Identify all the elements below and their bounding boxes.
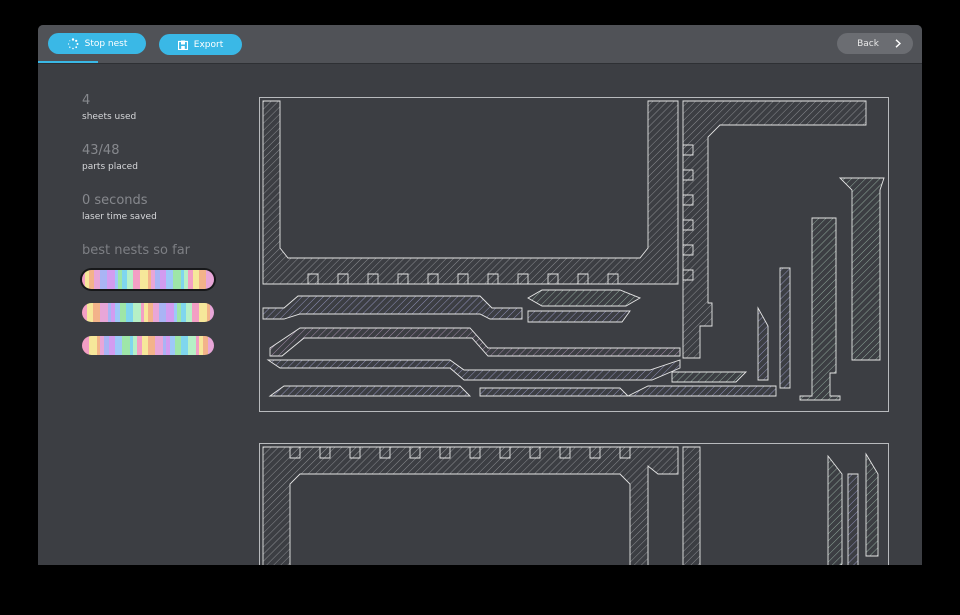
sheets-used-value: 4: [82, 93, 91, 108]
nest-stripe: [208, 336, 214, 355]
nest-sheet-2: [259, 443, 889, 565]
best-nest-3[interactable]: [82, 336, 214, 355]
best-nests-title: best nests so far: [82, 243, 191, 258]
chevron-right-icon: [895, 39, 901, 48]
nest-stripe: [166, 303, 174, 322]
nest-stripe: [159, 303, 166, 322]
nest-stripe: [107, 270, 115, 289]
parts-placed-label: parts placed: [82, 162, 138, 172]
nest-stripe: [173, 270, 181, 289]
active-tab-indicator: [38, 61, 98, 63]
nest-stripe: [133, 270, 140, 289]
nest-stripe: [181, 336, 188, 355]
nest-stripe: [89, 336, 97, 355]
laser-time-label: laser time saved: [82, 212, 157, 222]
back-label: Back: [857, 38, 879, 49]
stop-nest-label: Stop nest: [84, 38, 128, 49]
nest-stripe: [126, 303, 133, 322]
nest-stripe: [199, 303, 207, 322]
nest-stripe: [210, 303, 214, 322]
nest-stripe: [166, 270, 173, 289]
toolbar: Stop nest Export Back: [38, 25, 922, 64]
export-label: Export: [193, 39, 224, 50]
nest-stripe: [93, 303, 100, 322]
nest-stripe: [188, 336, 196, 355]
nest-sheet-1: [259, 97, 889, 412]
laser-time-value: 0 seconds: [82, 193, 148, 208]
best-nest-1[interactable]: [82, 270, 214, 289]
parts-placed-value: 43/48: [82, 143, 120, 158]
nest-sheet-1-parts: [262, 100, 885, 401]
stop-nest-button[interactable]: Stop nest: [48, 33, 146, 54]
nest-stripe: [155, 336, 163, 355]
nest-stripe: [140, 270, 148, 289]
nest-stripe: [199, 270, 206, 289]
back-button[interactable]: Back: [837, 33, 913, 54]
nest-stripe: [192, 303, 199, 322]
nest-stripe: [100, 270, 107, 289]
best-nest-2[interactable]: [82, 303, 214, 322]
nest-stripe: [122, 336, 130, 355]
nest-stripe: [148, 336, 155, 355]
nest-sheet-2-parts: [262, 446, 879, 565]
spinner-icon: [67, 37, 79, 50]
nest-stripe: [82, 336, 89, 355]
nest-stripe: [100, 303, 108, 322]
nest-stripe: [206, 270, 214, 289]
nest-stripe: [133, 303, 141, 322]
sheets-used-label: sheets used: [82, 112, 137, 122]
export-button[interactable]: Export: [159, 34, 242, 55]
nest-stripe: [115, 336, 122, 355]
app-window: Stop nest Export Back 4 sheets used 43/4…: [38, 25, 922, 565]
export-icon: [177, 40, 188, 50]
